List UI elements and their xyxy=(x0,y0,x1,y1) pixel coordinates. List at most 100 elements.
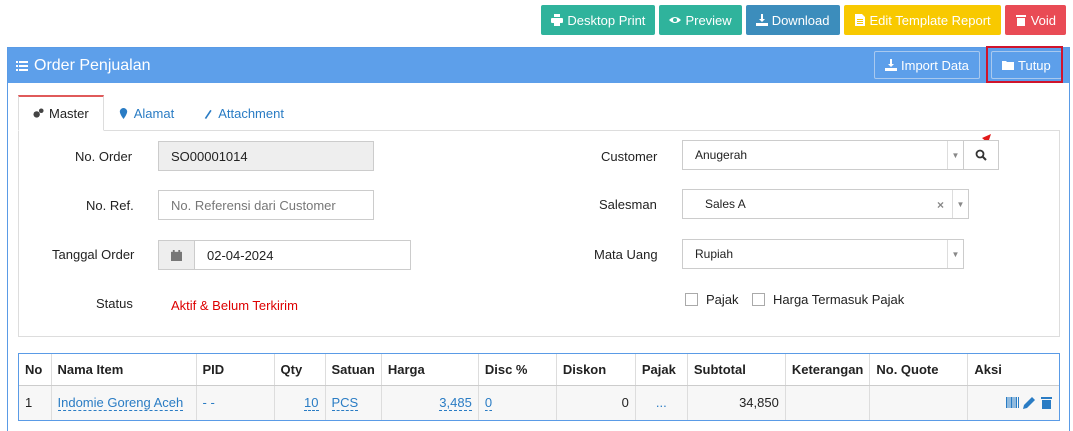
customer-label: Customer xyxy=(601,149,658,164)
salesman-label: Salesman xyxy=(599,197,657,212)
edit-template-label: Edit Template Report xyxy=(869,12,991,28)
edit-template-report-button[interactable]: Edit Template Report xyxy=(843,5,1001,35)
col-satuan: Satuan xyxy=(325,354,382,386)
pencil-icon[interactable] xyxy=(1023,396,1036,410)
col-qty: Qty xyxy=(274,354,326,386)
void-label: Void xyxy=(1030,12,1056,28)
paperclip-icon xyxy=(204,109,212,119)
master-form: No. Order SO00001014 No. Ref. No. Refere… xyxy=(18,130,1060,337)
pid-value[interactable]: - - xyxy=(203,395,215,410)
cell-keterangan[interactable] xyxy=(785,385,871,420)
pajak-checkbox[interactable]: Pajak xyxy=(685,292,739,307)
tab-alamat-label: Alamat xyxy=(133,105,175,121)
trash-icon[interactable] xyxy=(1040,396,1053,410)
cell-nama-item: Indomie Goreng Aceh xyxy=(51,385,197,420)
chevron-down-icon[interactable]: ▼ xyxy=(952,190,968,218)
tab-master-label: Master xyxy=(49,106,89,121)
void-button[interactable]: Void xyxy=(1004,5,1066,35)
salesman-value: Sales A xyxy=(705,197,746,211)
tab-attachment-label: Attachment xyxy=(218,105,284,121)
col-pajak: Pajak xyxy=(635,354,688,386)
cell-qty: 10 xyxy=(274,385,326,420)
tanggal-order-label: Tanggal Order xyxy=(52,247,135,262)
mata-uang-value: Rupiah xyxy=(695,247,734,261)
col-nama-item: Nama Item xyxy=(51,354,197,386)
harga-termasuk-pajak-label: Harga Termasuk Pajak xyxy=(773,292,905,307)
clear-icon[interactable]: × xyxy=(937,198,944,212)
calendar-icon[interactable] xyxy=(159,241,195,269)
no-ref-field[interactable]: No. Referensi dari Customer xyxy=(158,190,374,220)
desktop-print-label: Desktop Print xyxy=(567,12,646,28)
no-order-field[interactable]: SO00001014 xyxy=(158,141,374,171)
cell-no: 1 xyxy=(19,385,52,420)
status-label: Status xyxy=(96,296,133,311)
cell-disc: 0 xyxy=(478,385,557,420)
col-subtotal: Subtotal xyxy=(687,354,786,386)
col-no-quote: No. Quote xyxy=(869,354,969,386)
disc-value[interactable]: 0 xyxy=(484,395,493,412)
col-disc: Disc % xyxy=(478,354,557,386)
tab-alamat[interactable]: Alamat xyxy=(104,95,188,131)
list-icon xyxy=(16,60,28,71)
order-panel: Order Penjualan Import Data Tutup Master… xyxy=(7,46,1070,431)
pajak-checkbox-box[interactable] xyxy=(685,293,698,306)
items-table: No Nama Item PID Qty Satuan Harga Disc %… xyxy=(18,353,1060,421)
chevron-down-icon[interactable]: ▼ xyxy=(947,141,963,169)
pajak-label: Pajak xyxy=(706,292,739,307)
tab-attachment[interactable]: Attachment xyxy=(188,95,298,131)
print-icon xyxy=(551,14,564,26)
tanggal-order-field[interactable]: 02-04-2024 xyxy=(158,240,411,270)
customer-search-button[interactable] xyxy=(963,140,999,170)
table-row: 1 Indomie Goreng Aceh - - 10 PCS 3,485 0… xyxy=(19,385,1059,420)
tab-bar: Master Alamat Attachment xyxy=(18,95,298,131)
trash-icon xyxy=(1015,15,1026,26)
cell-pid: - - xyxy=(196,385,275,420)
download-icon xyxy=(755,14,768,26)
col-keterangan: Keterangan xyxy=(785,354,871,386)
cell-subtotal: 34,850 xyxy=(687,385,786,420)
mata-uang-select[interactable]: Rupiah ▼ xyxy=(682,239,964,269)
satuan-value[interactable]: PCS xyxy=(331,395,359,412)
customer-select[interactable]: Anugerah ▼ xyxy=(682,140,964,170)
salesman-select[interactable]: Sales A × ▼ xyxy=(682,189,969,219)
table-header-row: No Nama Item PID Qty Satuan Harga Disc %… xyxy=(19,354,1059,386)
harga-termasuk-pajak-checkbox[interactable]: Harga Termasuk Pajak xyxy=(752,292,904,307)
preview-label: Preview xyxy=(685,12,732,28)
desktop-print-button[interactable]: Desktop Print xyxy=(541,5,656,35)
col-pid: PID xyxy=(196,354,275,386)
harga-termasuk-pajak-box[interactable] xyxy=(752,293,765,306)
tanggal-order-value: 02-04-2024 xyxy=(207,247,274,263)
map-marker-icon xyxy=(119,107,127,119)
panel-header: Order Penjualan Import Data Tutup xyxy=(8,46,1069,83)
customer-value: Anugerah xyxy=(695,148,748,162)
qty-value[interactable]: 10 xyxy=(304,395,319,412)
col-diskon: Diskon xyxy=(556,354,636,386)
no-order-label: No. Order xyxy=(75,149,133,164)
col-aksi: Aksi xyxy=(967,354,1059,386)
highlight-box xyxy=(986,46,1063,83)
mata-uang-label: Mata Uang xyxy=(594,247,658,262)
status-value: Aktif & Belum Terkirim xyxy=(171,298,298,313)
download-icon xyxy=(885,59,897,71)
cell-pajak[interactable]: ... xyxy=(635,385,688,420)
cogs-icon xyxy=(33,108,44,118)
chevron-down-icon[interactable]: ▼ xyxy=(947,240,963,268)
download-label: Download xyxy=(771,12,830,28)
tab-master[interactable]: Master xyxy=(18,95,104,131)
import-data-label: Import Data xyxy=(901,57,969,73)
cell-harga: 3,485 xyxy=(381,385,479,420)
import-data-button[interactable]: Import Data xyxy=(874,51,980,79)
cell-aksi xyxy=(967,385,1059,420)
barcode-icon[interactable] xyxy=(1006,396,1019,409)
download-button[interactable]: Download xyxy=(745,5,840,35)
item-name-link[interactable]: Indomie Goreng Aceh xyxy=(57,395,184,412)
harga-value[interactable]: 3,485 xyxy=(439,395,472,412)
panel-title: Order Penjualan xyxy=(16,57,151,75)
preview-button[interactable]: Preview xyxy=(659,5,742,35)
cell-no-quote xyxy=(869,385,969,420)
no-ref-label: No. Ref. xyxy=(86,198,134,213)
search-icon xyxy=(975,149,987,161)
panel-title-text: Order Penjualan xyxy=(34,56,151,74)
top-toolbar: Desktop Print Preview Download Edit Temp… xyxy=(541,5,1066,35)
col-harga: Harga xyxy=(381,354,479,386)
